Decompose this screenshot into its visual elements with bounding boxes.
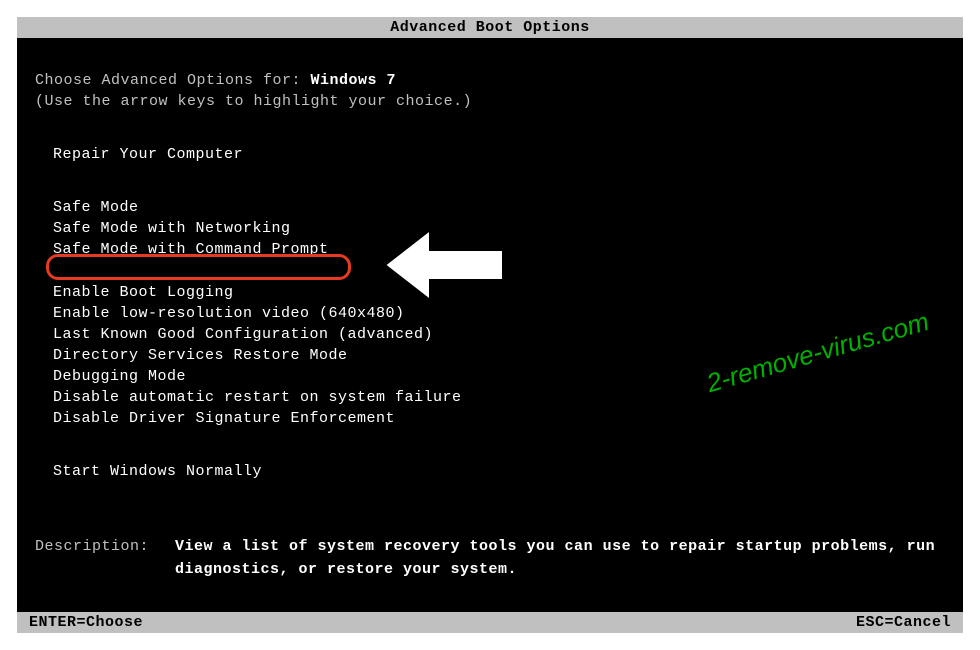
footer-enter-hint: ENTER=Choose (29, 614, 143, 631)
menu-item-safe-mode[interactable]: Safe Mode (35, 197, 945, 218)
os-name: Windows 7 (311, 72, 397, 89)
menu-item-disable-driver-sig[interactable]: Disable Driver Signature Enforcement (35, 408, 945, 429)
menu-item-debugging-mode[interactable]: Debugging Mode (35, 366, 945, 387)
menu-item-disable-auto-restart[interactable]: Disable automatic restart on system fail… (35, 387, 945, 408)
intro-line-1: Choose Advanced Options for: Windows 7 (35, 70, 945, 91)
description-label: Description: (35, 536, 175, 581)
description-text: View a list of system recovery tools you… (175, 536, 945, 581)
menu-item-last-known-good[interactable]: Last Known Good Configuration (advanced) (35, 324, 945, 345)
menu-item-boot-logging[interactable]: Enable Boot Logging (35, 282, 945, 303)
footer-esc-hint: ESC=Cancel (856, 614, 951, 631)
title-bar: Advanced Boot Options (17, 17, 963, 38)
intro-line-2: (Use the arrow keys to highlight your ch… (35, 91, 945, 112)
boot-options-screen: Advanced Boot Options Choose Advanced Op… (17, 17, 963, 633)
selected-item-text: Safe Mode with Command Prompt (53, 241, 329, 258)
menu-item-repair[interactable]: Repair Your Computer (35, 144, 945, 165)
menu-item-start-normally[interactable]: Start Windows Normally (35, 461, 945, 482)
menu-item-safe-mode-networking[interactable]: Safe Mode with Networking (35, 218, 945, 239)
content-area: Choose Advanced Options for: Windows 7 (… (17, 38, 963, 581)
description-row: Description: View a list of system recov… (35, 536, 945, 581)
footer-bar: ENTER=Choose ESC=Cancel (17, 612, 963, 633)
menu-item-directory-services[interactable]: Directory Services Restore Mode (35, 345, 945, 366)
menu-item-low-res-video[interactable]: Enable low-resolution video (640x480) (35, 303, 945, 324)
menu-item-safe-mode-cmd-selected[interactable]: Safe Mode with Command Prompt (35, 239, 329, 260)
title-text: Advanced Boot Options (390, 19, 590, 36)
